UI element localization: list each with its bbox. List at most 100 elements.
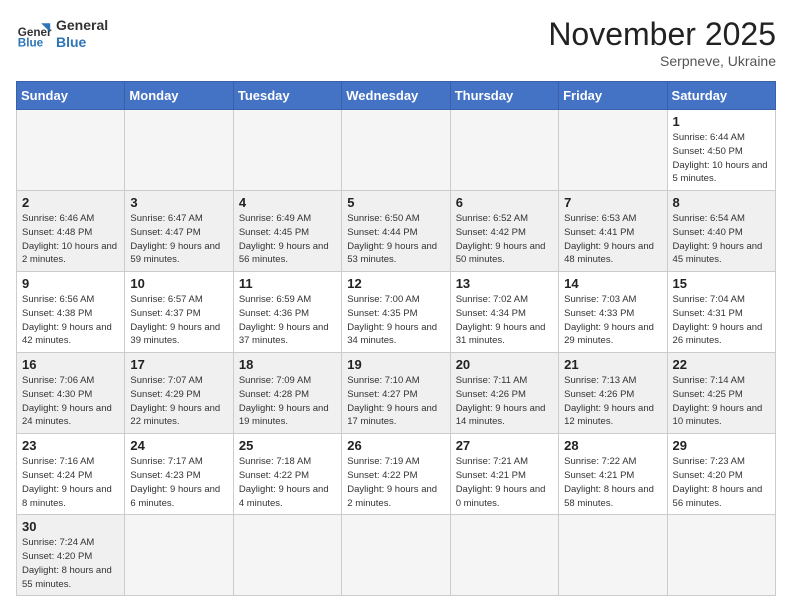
- calendar-day-cell: 2 Sunrise: 6:46 AM Sunset: 4:48 PM Daylig…: [17, 191, 125, 272]
- day-number: 7: [564, 195, 661, 210]
- day-info: Sunrise: 7:24 AM Sunset: 4:20 PM Dayligh…: [22, 536, 119, 591]
- calendar-day-cell: 5 Sunrise: 6:50 AM Sunset: 4:44 PM Daylig…: [342, 191, 450, 272]
- day-number: 11: [239, 276, 336, 291]
- calendar-day-cell: 16 Sunrise: 7:06 AM Sunset: 4:30 PM Dayli…: [17, 353, 125, 434]
- calendar-day-cell: 26Sunrise: 7:19 AM Sunset: 4:22 PM Dayli…: [342, 434, 450, 515]
- calendar-day-cell: 8Sunrise: 6:54 AM Sunset: 4:40 PM Daylig…: [667, 191, 775, 272]
- calendar-day-cell: 25 Sunrise: 7:18 AM Sunset: 4:22 PM Dayli…: [233, 434, 341, 515]
- day-info: Sunrise: 7:22 AM Sunset: 4:21 PM Dayligh…: [564, 455, 661, 510]
- calendar-week-row: 2 Sunrise: 6:46 AM Sunset: 4:48 PM Daylig…: [17, 191, 776, 272]
- calendar-header-row: SundayMondayTuesdayWednesdayThursdayFrid…: [17, 82, 776, 110]
- day-info: Sunrise: 6:44 AM Sunset: 4:50 PM Dayligh…: [673, 131, 770, 186]
- day-info: Sunrise: 7:00 AM Sunset: 4:35 PM Dayligh…: [347, 293, 444, 348]
- calendar-week-row: 1Sunrise: 6:44 AM Sunset: 4:50 PM Daylig…: [17, 110, 776, 191]
- day-info: Sunrise: 7:13 AM Sunset: 4:26 PM Dayligh…: [564, 374, 661, 429]
- day-number: 28: [564, 438, 661, 453]
- day-number: 10: [130, 276, 227, 291]
- day-of-week-header: Wednesday: [342, 82, 450, 110]
- day-number: 21: [564, 357, 661, 372]
- day-number: 29: [673, 438, 770, 453]
- day-number: 26: [347, 438, 444, 453]
- calendar-day-cell: 6Sunrise: 6:52 AM Sunset: 4:42 PM Daylig…: [450, 191, 558, 272]
- day-number: 19: [347, 357, 444, 372]
- day-info: Sunrise: 7:14 AM Sunset: 4:25 PM Dayligh…: [673, 374, 770, 429]
- day-of-week-header: Monday: [125, 82, 233, 110]
- day-number: 9: [22, 276, 119, 291]
- calendar-day-cell: 10 Sunrise: 6:57 AM Sunset: 4:37 PM Dayli…: [125, 272, 233, 353]
- day-info: Sunrise: 7:06 AM Sunset: 4:30 PM Dayligh…: [22, 374, 119, 429]
- day-info: Sunrise: 7:17 AM Sunset: 4:23 PM Dayligh…: [130, 455, 227, 510]
- calendar-day-cell: 21 Sunrise: 7:13 AM Sunset: 4:26 PM Dayli…: [559, 353, 667, 434]
- calendar-week-row: 30Sunrise: 7:24 AM Sunset: 4:20 PM Dayli…: [17, 515, 776, 596]
- day-number: 23: [22, 438, 119, 453]
- calendar-day-cell: [450, 515, 558, 596]
- calendar-day-cell: 24 Sunrise: 7:17 AM Sunset: 4:23 PM Dayli…: [125, 434, 233, 515]
- day-number: 2: [22, 195, 119, 210]
- calendar-day-cell: 12Sunrise: 7:00 AM Sunset: 4:35 PM Dayli…: [342, 272, 450, 353]
- day-number: 4: [239, 195, 336, 210]
- day-info: Sunrise: 6:49 AM Sunset: 4:45 PM Dayligh…: [239, 212, 336, 267]
- day-info: Sunrise: 7:16 AM Sunset: 4:24 PM Dayligh…: [22, 455, 119, 510]
- day-of-week-header: Tuesday: [233, 82, 341, 110]
- day-info: Sunrise: 7:21 AM Sunset: 4:21 PM Dayligh…: [456, 455, 553, 510]
- calendar-day-cell: 29 Sunrise: 7:23 AM Sunset: 4:20 PM Dayli…: [667, 434, 775, 515]
- calendar-day-cell: 18Sunrise: 7:09 AM Sunset: 4:28 PM Dayli…: [233, 353, 341, 434]
- day-number: 24: [130, 438, 227, 453]
- calendar-day-cell: 23 Sunrise: 7:16 AM Sunset: 4:24 PM Dayli…: [17, 434, 125, 515]
- page-header: General Blue General Blue November 2025 …: [16, 16, 776, 69]
- logo: General Blue General Blue: [16, 16, 108, 52]
- calendar-week-row: 9 Sunrise: 6:56 AM Sunset: 4:38 PM Daylig…: [17, 272, 776, 353]
- day-number: 27: [456, 438, 553, 453]
- calendar-day-cell: 4 Sunrise: 6:49 AM Sunset: 4:45 PM Daylig…: [233, 191, 341, 272]
- day-number: 18: [239, 357, 336, 372]
- day-info: Sunrise: 6:53 AM Sunset: 4:41 PM Dayligh…: [564, 212, 661, 267]
- day-number: 15: [673, 276, 770, 291]
- day-info: Sunrise: 7:11 AM Sunset: 4:26 PM Dayligh…: [456, 374, 553, 429]
- calendar-day-cell: [125, 110, 233, 191]
- calendar-day-cell: [233, 515, 341, 596]
- calendar-day-cell: 28 Sunrise: 7:22 AM Sunset: 4:21 PM Dayli…: [559, 434, 667, 515]
- calendar-table: SundayMondayTuesdayWednesdayThursdayFrid…: [16, 81, 776, 596]
- calendar-week-row: 23 Sunrise: 7:16 AM Sunset: 4:24 PM Dayli…: [17, 434, 776, 515]
- svg-text:Blue: Blue: [18, 37, 44, 50]
- day-number: 16: [22, 357, 119, 372]
- calendar-day-cell: 20 Sunrise: 7:11 AM Sunset: 4:26 PM Dayli…: [450, 353, 558, 434]
- day-info: Sunrise: 7:10 AM Sunset: 4:27 PM Dayligh…: [347, 374, 444, 429]
- day-number: 5: [347, 195, 444, 210]
- day-info: Sunrise: 7:03 AM Sunset: 4:33 PM Dayligh…: [564, 293, 661, 348]
- day-info: Sunrise: 6:46 AM Sunset: 4:48 PM Dayligh…: [22, 212, 119, 267]
- day-number: 17: [130, 357, 227, 372]
- calendar-day-cell: [342, 110, 450, 191]
- day-of-week-header: Friday: [559, 82, 667, 110]
- day-of-week-header: Saturday: [667, 82, 775, 110]
- day-info: Sunrise: 6:56 AM Sunset: 4:38 PM Dayligh…: [22, 293, 119, 348]
- calendar-day-cell: [559, 515, 667, 596]
- day-number: 22: [673, 357, 770, 372]
- day-info: Sunrise: 6:52 AM Sunset: 4:42 PM Dayligh…: [456, 212, 553, 267]
- day-info: Sunrise: 7:04 AM Sunset: 4:31 PM Dayligh…: [673, 293, 770, 348]
- day-of-week-header: Thursday: [450, 82, 558, 110]
- calendar-day-cell: 15 Sunrise: 7:04 AM Sunset: 4:31 PM Dayli…: [667, 272, 775, 353]
- day-info: Sunrise: 6:59 AM Sunset: 4:36 PM Dayligh…: [239, 293, 336, 348]
- calendar-day-cell: [17, 110, 125, 191]
- day-info: Sunrise: 7:18 AM Sunset: 4:22 PM Dayligh…: [239, 455, 336, 510]
- calendar-day-cell: 3Sunrise: 6:47 AM Sunset: 4:47 PM Daylig…: [125, 191, 233, 272]
- day-number: 3: [130, 195, 227, 210]
- day-number: 8: [673, 195, 770, 210]
- calendar-day-cell: 11 Sunrise: 6:59 AM Sunset: 4:36 PM Dayli…: [233, 272, 341, 353]
- day-number: 14: [564, 276, 661, 291]
- day-info: Sunrise: 7:23 AM Sunset: 4:20 PM Dayligh…: [673, 455, 770, 510]
- day-number: 20: [456, 357, 553, 372]
- day-info: Sunrise: 6:57 AM Sunset: 4:37 PM Dayligh…: [130, 293, 227, 348]
- calendar-day-cell: [667, 515, 775, 596]
- location-subtitle: Serpneve, Ukraine: [548, 53, 776, 69]
- calendar-day-cell: 14 Sunrise: 7:03 AM Sunset: 4:33 PM Dayli…: [559, 272, 667, 353]
- day-number: 25: [239, 438, 336, 453]
- day-info: Sunrise: 6:50 AM Sunset: 4:44 PM Dayligh…: [347, 212, 444, 267]
- day-of-week-header: Sunday: [17, 82, 125, 110]
- calendar-day-cell: 7 Sunrise: 6:53 AM Sunset: 4:41 PM Daylig…: [559, 191, 667, 272]
- calendar-day-cell: 27 Sunrise: 7:21 AM Sunset: 4:21 PM Dayli…: [450, 434, 558, 515]
- day-number: 13: [456, 276, 553, 291]
- day-info: Sunrise: 7:02 AM Sunset: 4:34 PM Dayligh…: [456, 293, 553, 348]
- calendar-day-cell: 1Sunrise: 6:44 AM Sunset: 4:50 PM Daylig…: [667, 110, 775, 191]
